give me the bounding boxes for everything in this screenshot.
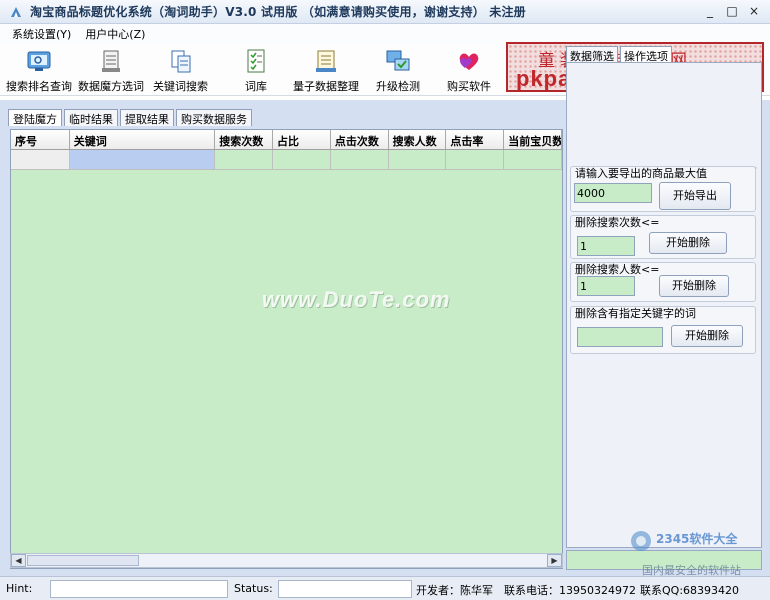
col-header-ratio[interactable]: 占比 [273, 130, 331, 149]
toolbar-label: 量子数据整理 [293, 80, 359, 93]
word-library-icon [247, 49, 265, 73]
delete-searchers-input[interactable]: 1 [577, 276, 635, 296]
buy-hearts-icon [459, 53, 479, 70]
right-tabs: 数据筛选 操作选项 [566, 46, 674, 63]
scrollbar-thumb[interactable] [27, 555, 139, 566]
scroll-right-icon[interactable]: ▶ [547, 554, 562, 567]
keyword-grid[interactable]: 序号 关键词 搜索次数 占比 点击次数 搜索人数 点击率 当前宝贝数 [10, 129, 563, 569]
toolbar-label: 购买软件 [447, 80, 491, 93]
delete-keyword-input[interactable] [577, 327, 663, 347]
shield-logo-icon [631, 531, 651, 551]
table-cell[interactable] [273, 150, 331, 170]
col-header-search-count[interactable]: 搜索次数 [215, 130, 274, 149]
col-header-current-items[interactable]: 当前宝贝数 [504, 130, 562, 149]
window-title: 淘宝商品标题优化系统（淘词助手）V3.0 试用版 （如满意请购买使用，谢谢支持）… [30, 5, 526, 19]
maximize-button[interactable]: □ [722, 4, 742, 20]
title-bar: 淘宝商品标题优化系统（淘词助手）V3.0 试用版 （如满意请购买使用，谢谢支持）… [0, 0, 770, 24]
col-header-keyword[interactable]: 关键词 [70, 130, 216, 149]
delete-searchers-group: 删除搜索人数<= 1 开始删除 [570, 262, 756, 302]
toolbar-label: 关键词搜索 [153, 80, 208, 93]
tab-extract-results[interactable]: 提取结果 [120, 109, 174, 126]
search-rank-button[interactable]: 搜索排名查询 [6, 48, 72, 94]
tab-operation-options[interactable]: 操作选项 [620, 46, 672, 63]
watermark-2345: 2345软件大全 国内最安全的软件站 [630, 528, 770, 577]
qq-text: 联系QQ:68393420 [640, 584, 740, 597]
quantum-data-icon [316, 50, 336, 72]
tab-temp-results[interactable]: 临时结果 [64, 109, 118, 126]
watermark-duote: www.DuoTe.com [262, 287, 451, 312]
delete-searchers-button[interactable]: 开始删除 [659, 275, 729, 297]
horizontal-scrollbar[interactable]: ◀ ▶ [10, 553, 563, 568]
tab-buy-data-service[interactable]: 购买数据服务 [176, 109, 252, 126]
quantum-data-button[interactable]: 量子数据整理 [293, 48, 359, 94]
toolbar-label: 数据魔方选词 [78, 80, 144, 93]
export-max-input[interactable]: 4000 [574, 183, 652, 203]
hint-field [50, 580, 228, 598]
status-bar: Hint: Status: 开发者：陈华军 联系电话：13950324972 联… [0, 576, 770, 600]
main-tabs: 登陆魔方 临时结果 提取结果 购买数据服务 [8, 109, 254, 126]
col-header-searchers[interactable]: 搜索人数 [389, 130, 447, 149]
app-icon [11, 6, 21, 17]
table-cell[interactable] [69, 150, 216, 170]
scroll-left-icon[interactable]: ◀ [11, 554, 26, 567]
menu-system-settings[interactable]: 系统设置(Y) [12, 26, 71, 42]
table-cell[interactable] [446, 150, 505, 170]
toolbar-label: 词库 [245, 80, 267, 93]
keyword-search-button[interactable]: 关键词搜索 [153, 48, 208, 94]
table-cell[interactable] [11, 150, 70, 170]
word-library-button[interactable]: 词库 [243, 48, 269, 94]
tab-data-filter[interactable]: 数据筛选 [566, 46, 618, 63]
col-header-index[interactable]: 序号 [11, 130, 70, 149]
delete-search-count-button[interactable]: 开始删除 [649, 232, 727, 254]
upgrade-check-icon [386, 50, 410, 71]
delete-searchers-label: 删除搜索人数<= [575, 263, 660, 276]
window-controls: _ □ × [700, 4, 764, 20]
delete-keyword-label: 删除含有指定关键字的词 [575, 307, 696, 320]
col-header-click-rate[interactable]: 点击率 [446, 130, 505, 149]
developer-text: 开发者：陈华军 [416, 584, 493, 597]
watermark-2345-text: 2345软件大全 [656, 532, 738, 546]
status-label: Status: [234, 582, 273, 595]
menu-user-center[interactable]: 用户中心(Z) [85, 26, 145, 42]
grid-header: 序号 关键词 搜索次数 占比 点击次数 搜索人数 点击率 当前宝贝数 [11, 130, 562, 150]
delete-search-count-input[interactable]: 1 [577, 236, 635, 256]
delete-keyword-button[interactable]: 开始删除 [671, 325, 743, 347]
menu-bar: 系统设置(Y) 用户中心(Z) [0, 24, 770, 44]
table-row[interactable] [11, 150, 562, 170]
table-cell[interactable] [330, 150, 389, 170]
upgrade-check-button[interactable]: 升级检测 [376, 48, 420, 94]
delete-keyword-group: 删除含有指定关键字的词 开始删除 [570, 306, 756, 354]
close-button[interactable]: × [744, 4, 764, 20]
tab-login-cube[interactable]: 登陆魔方 [8, 109, 62, 126]
search-rank-icon [27, 51, 51, 71]
buy-software-button[interactable]: 购买软件 [447, 48, 491, 94]
minimize-button[interactable]: _ [700, 4, 720, 20]
data-cube-icon [102, 50, 120, 72]
table-cell[interactable] [388, 150, 447, 170]
keyword-doc-icon [171, 50, 190, 73]
table-cell[interactable] [215, 150, 274, 170]
hint-label: Hint: [6, 582, 33, 595]
data-cube-button[interactable]: 数据魔方选词 [78, 48, 144, 94]
status-field [278, 580, 412, 598]
delete-search-count-label: 删除搜索次数<= [575, 216, 660, 229]
export-label: 请输入要导出的商品最大值 [575, 167, 707, 180]
col-header-click-count[interactable]: 点击次数 [331, 130, 389, 149]
delete-search-count-group: 删除搜索次数<= 1 开始删除 [570, 215, 756, 259]
toolbar-label: 搜索排名查询 [6, 80, 72, 93]
export-group: 请输入要导出的商品最大值 4000 开始导出 [570, 166, 756, 212]
phone-text: 联系电话：13950324972 [504, 584, 636, 597]
toolbar-label: 升级检测 [376, 80, 420, 93]
table-cell[interactable] [504, 150, 562, 170]
start-export-button[interactable]: 开始导出 [659, 182, 731, 210]
